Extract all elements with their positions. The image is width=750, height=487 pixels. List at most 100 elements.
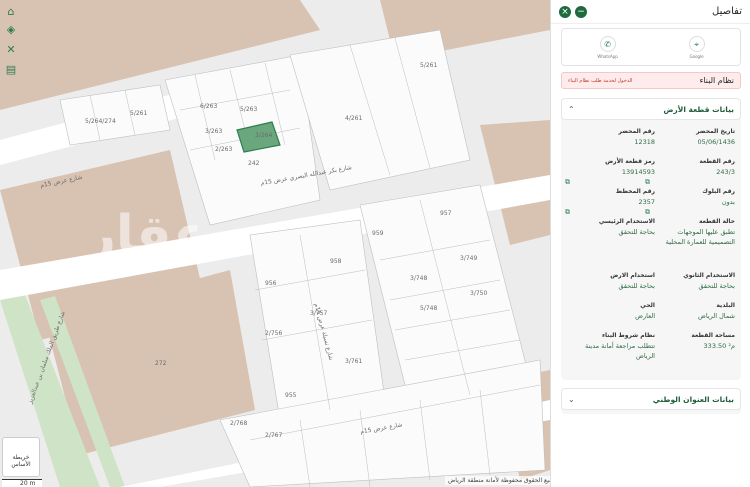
parcel-label: 3/748 (410, 275, 428, 282)
field-key: رقم المخطط (615, 188, 655, 195)
parcel-label: 3/750 (470, 290, 488, 297)
parcel-label: 2/263 (215, 146, 233, 153)
parcel-label: 2/767 (265, 432, 283, 439)
basemap-button[interactable]: خريطة الأساس (2, 437, 40, 477)
copy-icon[interactable]: ⧉ (645, 208, 650, 217)
field-key: رقم المحضر (618, 128, 655, 135)
field-value: بحاجة للتحقق (618, 228, 655, 236)
parcel-label: 3/263 (205, 128, 223, 135)
field-value: بدون (721, 198, 735, 206)
location-icon[interactable]: ◈ (4, 22, 18, 36)
field-district: الحي العارض (575, 302, 655, 321)
field-sub-use: الاستخدام الثانوي بحاجة للتحقق (655, 272, 735, 291)
parcel-label: 272 (155, 360, 167, 367)
field-value: العارض (635, 312, 655, 320)
chevron-up-icon[interactable]: ⌃ (568, 105, 575, 114)
field-value: شمال الرياض (698, 312, 735, 320)
field-key: الاستخدام الرئيسي (598, 218, 655, 225)
copy-icon[interactable]: ⧉ (565, 208, 570, 217)
parcel-label: 956 (265, 280, 277, 287)
parcel-label: 6/263 (200, 103, 218, 110)
watermark-sub: sa (108, 258, 120, 269)
land-card-header[interactable]: ⌃ بيانات قطعة الأرض (561, 98, 741, 120)
field-value: 05/06/1436 (697, 138, 735, 146)
field-main-use: الاستخدام الرئيسي بحاجة للتحقق (575, 218, 655, 237)
field-value: 13914593 (621, 168, 655, 176)
field-value: 2357 (638, 198, 655, 206)
chevron-down-icon[interactable]: ⌄ (568, 395, 575, 404)
google-maps-icon: ⌖ (688, 35, 705, 52)
copy-icon[interactable]: ⧉ (645, 178, 650, 187)
block-e (219, 359, 546, 487)
field-key: رمز قطعة الأرض (605, 158, 655, 165)
tools-icon[interactable]: ✕ (4, 42, 18, 56)
whatsapp-icon: ✆ (599, 35, 616, 52)
field-parcel-no: رقم القطعة 243/3 (655, 158, 735, 177)
parcel-label: 242 (248, 160, 260, 167)
parcel-label: 3/761 (345, 358, 363, 365)
field-key: الاستخدام الثانوي (683, 272, 735, 279)
google-label: Google (689, 53, 704, 59)
field-report-date: تاريخ المحضر 05/06/1436 (655, 128, 735, 147)
watermark-logo: عقار (86, 205, 209, 265)
panel-title: تفاصيل (712, 6, 742, 17)
close-icon[interactable]: × (559, 5, 571, 18)
block-f (59, 84, 171, 146)
parcel-label: 3/264 (255, 132, 273, 139)
field-key: البلدية (716, 302, 735, 309)
parcel-label: 2/756 (265, 330, 283, 337)
field-key: حالة القطعة (698, 218, 735, 225)
field-land-use: استخدام الارض بحاجة للتحقق (575, 272, 655, 291)
parcel-label: 5/263 (240, 106, 258, 113)
field-value: 333.50 م² (703, 342, 735, 350)
field-key: نظام شروط البناء (601, 332, 655, 339)
parcel-label: 5/264/274 (85, 118, 116, 125)
google-share-button[interactable]: ⌖ Google (688, 35, 705, 59)
block-b (289, 29, 471, 191)
field-land-code: رمز قطعة الأرض 13914593 (575, 158, 655, 177)
field-key: الحي (640, 302, 655, 309)
field-value: 243/3 (716, 168, 735, 176)
basemap-label: خريطة الأساس (11, 454, 31, 468)
copy-icon[interactable]: ⧉ (565, 178, 570, 187)
field-report-no: رقم المحضر 12318 (575, 128, 655, 147)
field-parcel-status: حالة القطعة تطبق عليها الموجهات التصميمي… (655, 218, 735, 247)
field-municipality: البلدية شمال الرياض (655, 302, 735, 321)
land-card-title: بيانات قطعة الأرض (663, 104, 734, 114)
field-key: تاريخ المحضر (696, 128, 735, 135)
minimize-icon[interactable]: − (575, 5, 587, 18)
parcel-label: 4/261 (345, 115, 363, 122)
field-key: مساحة القطعة (691, 332, 735, 339)
land-card: ⌃ بيانات قطعة الأرض تاريخ المحضر 05/06/1… (561, 98, 741, 380)
parcel-label: 959 (372, 230, 384, 237)
map-graphics (0, 0, 550, 487)
copyright-footer: جميع الحقوق محفوظة لأمانة منطقة الرياض (445, 476, 560, 485)
field-value: بحاجة للتحقق (618, 282, 655, 290)
build-system-title: نظام البناء (699, 76, 734, 85)
build-system-bar: الدخول لخدمة طلب نظام البناء نظام البناء (561, 72, 741, 89)
address-card-header[interactable]: ⌄ بيانات العنوان الوطني (561, 388, 741, 410)
whatsapp-share-button[interactable]: ✆ WhatsApp (597, 35, 618, 59)
parcel-label: 5/261 (420, 62, 438, 69)
build-system-link[interactable]: الدخول لخدمة طلب نظام البناء (568, 78, 632, 84)
parcel-label: 5/261 (130, 110, 148, 117)
field-plan-no: رقم المخطط 2357 (575, 188, 655, 207)
field-key: استخدام الارض (610, 272, 655, 279)
land-fields: تاريخ المحضر 05/06/1436 رقم المحضر 12318… (561, 120, 741, 360)
field-block-no: رقم البلوك بدون (655, 188, 735, 207)
field-key: رقم البلوك (702, 188, 735, 195)
scale-bar: 20 m (2, 479, 42, 487)
field-value: بحاجة للتحقق (698, 282, 735, 290)
field-value: 12318 (634, 138, 655, 146)
field-area: مساحة القطعة 333.50 م² (655, 332, 735, 351)
parcel-label: 3/749 (460, 255, 478, 262)
home-icon[interactable]: ⌂ (4, 4, 18, 18)
parcel-label: 5/748 (420, 305, 438, 312)
parcel-label: 957 (440, 210, 452, 217)
panel-header: × − تفاصيل (551, 0, 750, 24)
parcel-label: 2/768 (230, 420, 248, 427)
address-card: ⌄ بيانات العنوان الوطني (561, 388, 741, 414)
whatsapp-label: WhatsApp (597, 53, 618, 59)
map-layers-icon[interactable]: ▤ (4, 62, 18, 76)
parcel-label: 958 (330, 258, 342, 265)
